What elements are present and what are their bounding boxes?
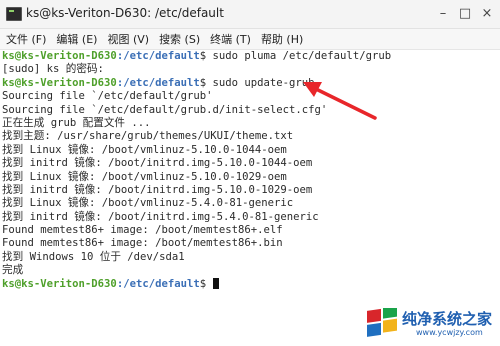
watermark: 纯净系统之家 www.ycwjzy.com <box>360 302 500 346</box>
watermark-logo-icon <box>367 308 397 337</box>
annotation-arrow-icon <box>303 82 377 120</box>
watermark-text: 纯净系统之家 <box>402 310 493 328</box>
watermark-url: www.ycwjzy.com <box>416 328 483 337</box>
